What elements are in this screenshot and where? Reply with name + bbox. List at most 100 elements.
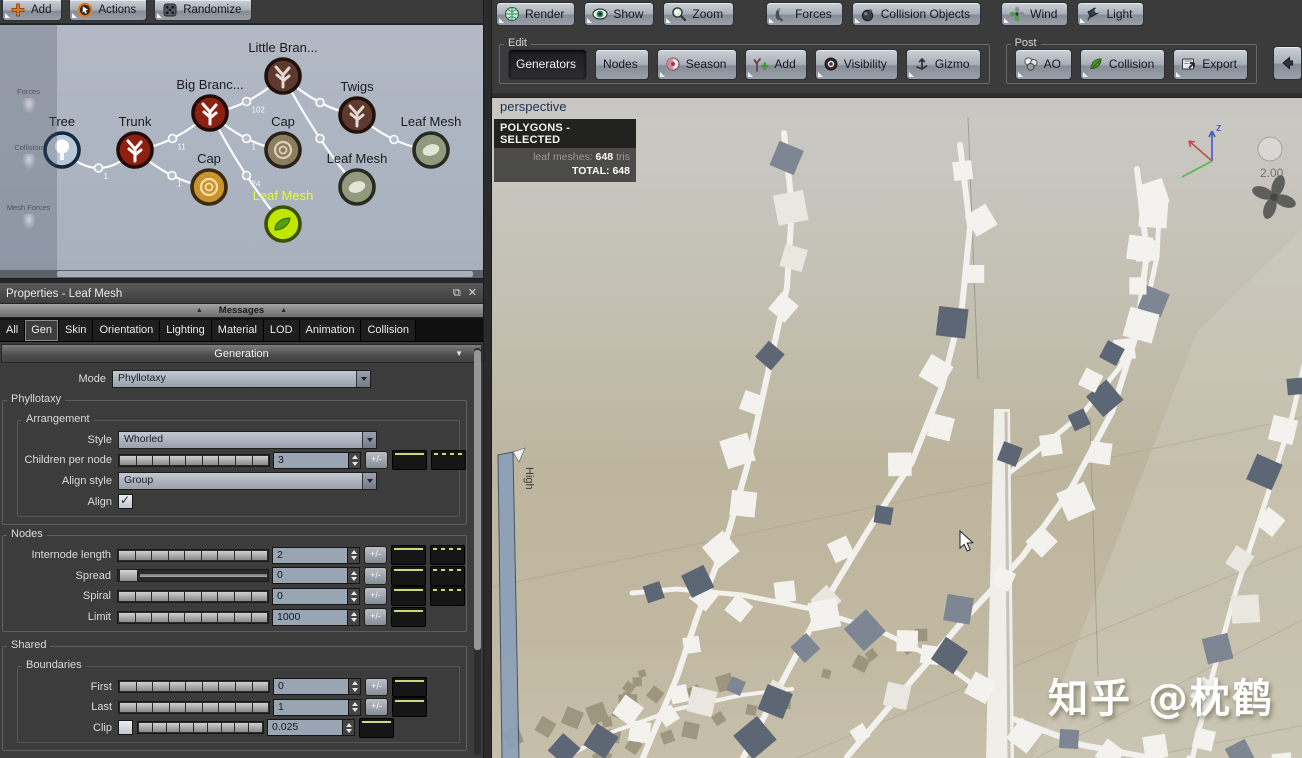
post-collision-button[interactable]: Collision [1079, 48, 1166, 80]
graph-node-bigbranch[interactable] [191, 94, 229, 132]
graph-node-leaf-sel[interactable] [264, 205, 302, 243]
spread-variance-curve-widget[interactable] [430, 565, 465, 586]
back-button[interactable] [1272, 46, 1302, 80]
tab-collision[interactable]: Collision [361, 320, 417, 341]
children-per-node-spinner[interactable] [348, 452, 360, 468]
tab-all[interactable]: All [0, 320, 26, 341]
show-button[interactable]: Show [584, 2, 655, 26]
clip-curve-widget[interactable] [359, 717, 394, 738]
spread-curve-widget[interactable] [391, 565, 426, 586]
last-value[interactable]: 1 [274, 699, 348, 715]
tab-gen[interactable]: Gen [25, 320, 60, 341]
children-per-node-variance-curve-widget[interactable] [431, 450, 466, 471]
tab-animation[interactable]: Animation [299, 320, 362, 341]
connection-port[interactable] [241, 96, 252, 107]
last-plusminus-button[interactable]: +/- [365, 698, 388, 717]
first-value[interactable]: 0 [274, 679, 348, 695]
spread-slider[interactable] [117, 569, 269, 583]
graph-scrollbar-thumb[interactable] [57, 271, 473, 277]
spread-slider-handle[interactable] [119, 569, 138, 583]
render-button[interactable]: Render [496, 2, 576, 26]
viewport-3d[interactable]: perspective z 2.00 High POLYGONS - SELECTE… [492, 97, 1302, 758]
internode-length-curve-widget[interactable] [391, 545, 426, 566]
palette-item-mesh-forces[interactable]: Mesh Forces [0, 203, 57, 230]
clip-spinner[interactable] [342, 720, 354, 736]
spread-spinner[interactable] [347, 568, 359, 584]
limit-curve-widget[interactable] [391, 607, 426, 628]
graph-node-trunk[interactable] [116, 131, 154, 169]
gizmo-button[interactable]: Gizmo [905, 48, 981, 80]
spread-value[interactable]: 0 [273, 568, 347, 584]
season-button[interactable]: Season [656, 48, 738, 80]
connection-port[interactable] [93, 163, 104, 173]
last-curve-widget[interactable] [392, 697, 427, 718]
spiral-value[interactable]: 0 [273, 588, 347, 604]
first-spinner[interactable] [348, 679, 360, 695]
style-dropdown[interactable]: Whorled [118, 430, 377, 449]
add-button[interactable]: Add [2, 0, 63, 21]
internode-length-spinner[interactable] [347, 547, 359, 563]
graph-node-leaf-mid[interactable] [338, 168, 376, 206]
tab-orientation[interactable]: Orientation [93, 320, 161, 341]
palette-item-forces[interactable]: Forces [0, 87, 57, 114]
properties-titlebar[interactable]: Properties - Leaf Mesh ⧉ ✕ [0, 284, 483, 304]
column-splitter[interactable] [483, 0, 492, 758]
connection-port[interactable] [315, 97, 325, 108]
spiral-plusminus-button[interactable]: +/- [364, 587, 387, 606]
connection-port[interactable] [241, 170, 252, 181]
spiral-variance-curve-widget[interactable] [430, 586, 465, 607]
internode-length-value[interactable]: 2 [273, 547, 347, 563]
children-per-node-value[interactable]: 3 [274, 452, 348, 468]
properties-scrollbar-thumb[interactable] [474, 350, 481, 650]
connection-port[interactable] [389, 134, 399, 145]
first-plusminus-button[interactable]: +/- [365, 677, 388, 696]
connection-port[interactable] [241, 133, 252, 144]
children-per-node-curve-widget[interactable] [392, 450, 427, 471]
messages-bar[interactable]: ▲ Messages ▲ [0, 304, 483, 318]
wind-button[interactable]: Wind [1001, 2, 1069, 26]
collision-objects-button[interactable]: Collision Objects [851, 2, 982, 26]
viewport-canvas[interactable]: z2.00High [492, 117, 1302, 758]
first-slider[interactable] [118, 680, 270, 694]
limit-value[interactable]: 1000 [273, 609, 347, 625]
export-button[interactable]: Export [1173, 48, 1248, 80]
actions-button[interactable]: Actions [69, 0, 148, 21]
float-window-icon[interactable]: ⧉ [453, 288, 461, 299]
internode-length-plusminus-button[interactable]: +/- [364, 546, 387, 565]
close-icon[interactable]: ✕ [468, 288, 477, 299]
limit-spinner[interactable] [347, 609, 359, 625]
children-per-node-plusminus-button[interactable]: +/- [365, 451, 388, 470]
generation-section-header[interactable]: Generation ▼ [1, 344, 482, 363]
graph-node-cap-tan[interactable] [264, 131, 302, 169]
children-per-node-slider[interactable] [118, 453, 270, 467]
connection-port[interactable] [167, 170, 177, 181]
visibility-button[interactable]: Visibility [814, 48, 898, 80]
connection-port[interactable] [315, 133, 325, 144]
graph-node-twigs[interactable] [338, 96, 376, 134]
graph-node-littlebranch[interactable] [264, 57, 302, 95]
connection-port[interactable] [167, 133, 178, 144]
first-curve-widget[interactable] [392, 676, 427, 697]
forces-button[interactable]: Forces [766, 2, 843, 26]
mode-dropdown[interactable]: Phyllotaxy [112, 370, 371, 389]
last-spinner[interactable] [348, 699, 360, 715]
align-style-dropdown[interactable]: Group [118, 472, 377, 491]
tab-lighting[interactable]: Lighting [160, 320, 212, 341]
spiral-curve-widget[interactable] [391, 586, 426, 607]
light-button[interactable]: Light [1077, 2, 1144, 26]
camera-label[interactable]: perspective [492, 98, 1302, 117]
nodes-button[interactable]: Nodes [595, 48, 649, 80]
node-graph-canvas[interactable]: 1111102124Tree TrunkBig Branc...Little Br… [0, 25, 483, 270]
spiral-slider[interactable] [117, 589, 269, 603]
clip-value[interactable]: 0.025 [268, 720, 342, 736]
tab-skin[interactable]: Skin [59, 320, 94, 341]
ao-button[interactable]: AO [1014, 48, 1072, 80]
internode-length-slider[interactable] [117, 548, 269, 562]
clip-slider[interactable] [137, 721, 264, 735]
spread-plusminus-button[interactable]: +/- [364, 566, 387, 585]
internode-length-variance-curve-widget[interactable] [430, 545, 465, 566]
clip-checkbox[interactable] [118, 720, 133, 736]
tab-material[interactable]: Material [211, 320, 264, 341]
add-generator-button[interactable]: Add [745, 48, 807, 80]
graph-node-leaf-right[interactable] [412, 131, 450, 169]
